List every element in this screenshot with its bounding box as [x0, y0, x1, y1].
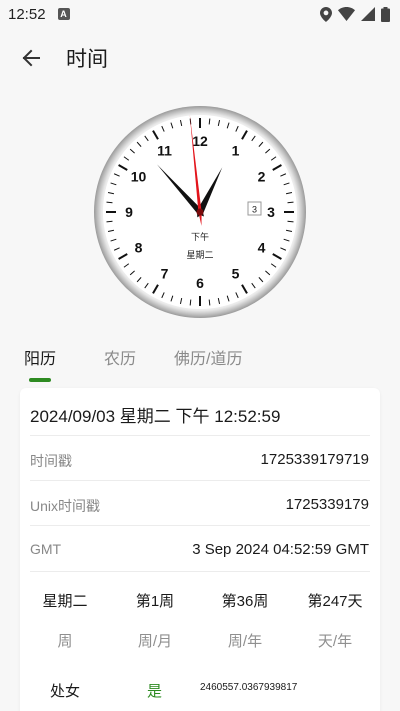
- minute-tick: [208, 118, 211, 125]
- hour-numeral: 7: [161, 265, 169, 281]
- weekday-unit: 周: [57, 633, 73, 650]
- hour-numeral: 3: [267, 204, 275, 220]
- page-title: 时间: [66, 48, 108, 71]
- app-bar: 时间: [0, 30, 400, 86]
- tab-indicator: [29, 378, 51, 382]
- clock-face: 121234567891011 3 下午 星期二: [94, 106, 306, 318]
- unix-timestamp-value: 1725339179: [285, 496, 369, 513]
- wifi-icon: [338, 7, 355, 21]
- analog-clock: 12 1 2 3 4 5 6 7 8 9 10 11 3 下午 星期二: [92, 104, 308, 320]
- day-of-year-cell: 第247天 天/年: [290, 590, 380, 651]
- hour-numeral: 8: [135, 240, 143, 256]
- hour-numeral: 11: [157, 143, 172, 159]
- week-of-month-value: 第1周: [135, 593, 175, 610]
- divider: [30, 525, 370, 526]
- clock-center-pin: [196, 208, 204, 216]
- hour-numeral: 1: [232, 143, 240, 159]
- minute-tick: [106, 201, 113, 204]
- divider: [30, 480, 370, 481]
- hour-numeral: 6: [196, 275, 204, 291]
- minute-tick: [106, 220, 113, 223]
- datetime-text: 2024/09/03 星期二 下午 12:52:59: [30, 407, 281, 426]
- hour-numeral: 10: [131, 169, 147, 185]
- hour-numeral: 9: [125, 204, 133, 220]
- zodiac-sign: 处女: [50, 683, 81, 700]
- week-of-month-unit: 周/月: [137, 633, 173, 650]
- tab-buddhist-taoist[interactable]: 佛历/道历: [174, 345, 242, 369]
- battery-icon: [381, 6, 390, 22]
- timestamp-value: 1725339179719: [260, 451, 369, 468]
- time-info-card: 2024/09/03 星期二 下午 12:52:59 时间戳 172533917…: [20, 388, 380, 711]
- hour-numeral: 4: [258, 240, 266, 256]
- zodiac-flag: 是: [147, 683, 163, 700]
- weekday-value: 星期二: [42, 593, 88, 610]
- gmt-value: 3 Sep 2024 04:52:59 GMT: [192, 541, 369, 558]
- location-icon: [320, 6, 332, 22]
- unix-timestamp-label: Unix时间戳: [30, 498, 101, 514]
- status-icons: [320, 6, 390, 22]
- signal-icon: [361, 7, 375, 21]
- julian-day-value: 2460557.0367939817: [200, 682, 298, 693]
- tab-bar: 阳历 农历 佛历/道历: [0, 336, 400, 382]
- gmt-label: GMT: [30, 541, 62, 557]
- week-of-year-unit: 周/年: [227, 633, 263, 650]
- back-button[interactable]: [9, 36, 53, 80]
- a-badge-icon: A: [57, 8, 70, 20]
- hour-numeral: 2: [258, 169, 266, 185]
- day-of-year-unit: 天/年: [317, 633, 353, 650]
- tab-lunar[interactable]: 农历: [104, 345, 136, 369]
- ampm-label: 下午: [191, 231, 209, 243]
- status-bar: 12:52 A: [0, 0, 400, 28]
- minute-tick: [189, 299, 192, 306]
- week-of-year-cell: 第36周 周/年: [200, 590, 290, 651]
- weekday-cell: 星期二 周: [20, 590, 110, 651]
- week-of-year-value: 第36周: [221, 593, 269, 610]
- minute-tick: [287, 220, 294, 223]
- status-time: 12:52: [8, 5, 46, 23]
- hour-numeral: 12: [192, 133, 208, 149]
- minute-tick: [208, 299, 211, 306]
- hour-numeral: 5: [232, 265, 240, 281]
- day-of-year-value: 第247天: [307, 593, 363, 610]
- weekday-label: 星期二: [186, 250, 213, 261]
- timestamp-label: 时间戳: [30, 453, 72, 469]
- minute-tick: [287, 201, 294, 204]
- arrow-left-icon: [22, 49, 40, 67]
- date-box-text: 3: [252, 205, 257, 215]
- divider: [30, 435, 370, 436]
- divider: [30, 571, 370, 572]
- tab-solar[interactable]: 阳历: [24, 345, 56, 369]
- week-of-month-cell: 第1周 周/月: [110, 590, 200, 651]
